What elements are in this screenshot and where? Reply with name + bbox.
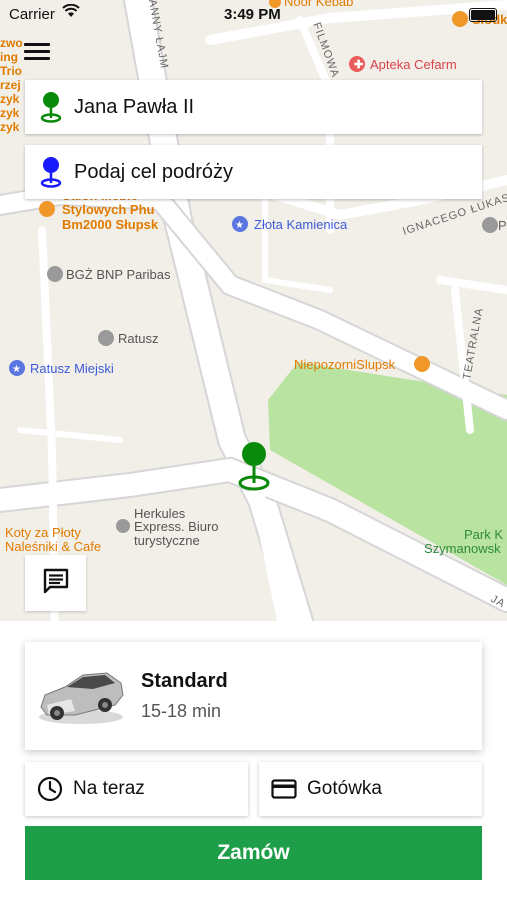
poi-label: Koty za Płoty [5,525,81,540]
poi-label: Bm2000 Słupsk [62,217,159,232]
bank-icon [47,266,63,282]
card-icon [271,779,297,799]
svg-text:✚: ✚ [354,59,363,71]
ride-class-name: Standard [141,670,228,692]
townhall-icon [98,330,114,346]
poi-label: BGŻ BNP Paribas [66,267,171,282]
poi-label: Trio [0,64,22,78]
poi-label: zwo [0,36,23,50]
pickup-pin-icon [40,91,62,123]
pickup-field[interactable]: Jana Pawła II [25,80,482,134]
status-bar: Carrier 3:49 PM [0,0,507,28]
travel-agency-icon [116,519,130,533]
poi-label: zyk [0,92,20,106]
poi-label: rzej [0,78,21,92]
ride-eta: 15-18 min [141,701,222,721]
order-button[interactable]: Zamów [25,826,482,880]
destination-pin-icon [40,156,62,188]
time-option-label: Na teraz [73,778,145,799]
poi-label: Ratusz [118,331,158,346]
ride-class-card[interactable]: Standard 15-18 min [25,642,482,750]
poi-label: Park K [464,527,503,542]
poi-label: NiepozorniSlupsk [294,357,396,372]
svg-text:★: ★ [12,364,21,375]
menu-icon[interactable] [24,40,50,62]
wifi-icon [62,3,80,22]
poi-label: zyk [0,120,20,134]
payment-option-button[interactable]: Gotówka [259,762,482,816]
poi-label: Apteka Cefarm [370,57,457,72]
svg-text:★: ★ [235,220,244,231]
time-option-button[interactable]: Na teraz [25,762,248,816]
chat-icon [43,568,69,599]
poi-label: Naleśniki & Cafe [5,539,101,554]
battery-icon [469,8,497,22]
poi-label: P [498,218,507,233]
poi-label: ing [0,50,18,64]
carrier-label: Carrier [9,6,55,23]
destination-field[interactable]: Podaj cel podróży [25,145,482,199]
car-icon [35,661,127,731]
clock-icon [37,776,63,802]
payment-option-label: Gotówka [307,778,382,799]
chat-button[interactable] [25,555,86,611]
poi-label: Złota Kamienica [254,217,348,232]
poi-label: turystyczne [134,533,200,548]
poi-label: Ratusz Miejski [30,361,114,376]
poi-label: Szymanowsk [424,541,501,556]
poi-label: Stylowych Phu [62,202,155,217]
poi-label: Express. Biuro [134,519,219,534]
clock-time: 3:49 PM [224,6,281,23]
parking-icon [482,217,498,233]
pickup-address: Jana Pawła II [74,95,195,118]
destination-placeholder: Podaj cel podróży [74,160,233,183]
restaurant-icon [414,356,430,372]
poi-label: zyk [0,106,20,120]
shop-icon [39,201,55,217]
